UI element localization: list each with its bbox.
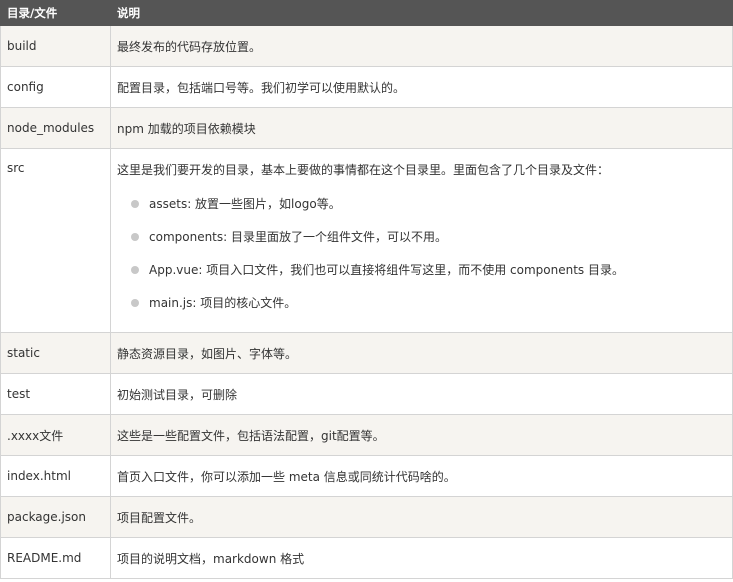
list-item: components: 目录里面放了一个组件文件，可以不用。 <box>131 229 732 245</box>
row-name: static <box>0 332 111 374</box>
row-name: index.html <box>0 455 111 497</box>
table-row: .xxxx文件 这些是一些配置文件，包括语法配置，git配置等。 <box>0 414 733 456</box>
header-name: 目录/文件 <box>0 0 111 26</box>
sub-item-list: assets: 放置一些图片，如logo等。 components: 目录里面放… <box>117 196 732 311</box>
table-row: node_modules npm 加载的项目依赖模块 <box>0 107 733 149</box>
row-description: 初始测试目录，可删除 <box>110 373 733 415</box>
table-row: README.md 项目的说明文档，markdown 格式 <box>0 537 733 579</box>
bullet-icon <box>131 266 139 274</box>
list-item: App.vue: 项目入口文件，我们也可以直接将组件写这里，而不使用 compo… <box>131 262 732 278</box>
row-description: 项目配置文件。 <box>110 496 733 538</box>
bullet-icon <box>131 233 139 241</box>
list-item-text: App.vue: 项目入口文件，我们也可以直接将组件写这里，而不使用 compo… <box>149 263 624 277</box>
list-item-text: components: 目录里面放了一个组件文件，可以不用。 <box>149 230 447 244</box>
table-row: src 这里是我们要开发的目录，基本上要做的事情都在这个目录里。里面包含了几个目… <box>0 148 733 333</box>
table-row: test 初始测试目录，可删除 <box>0 373 733 415</box>
row-description: 项目的说明文档，markdown 格式 <box>110 537 733 579</box>
table-row: package.json 项目配置文件。 <box>0 496 733 538</box>
row-description-text: 这里是我们要开发的目录，基本上要做的事情都在这个目录里。里面包含了几个目录及文件… <box>117 163 610 177</box>
row-description: 配置目录，包括端口号等。我们初学可以使用默认的。 <box>110 66 733 108</box>
bullet-icon <box>131 299 139 307</box>
list-item-text: assets: 放置一些图片，如logo等。 <box>149 197 341 211</box>
row-name: node_modules <box>0 107 111 149</box>
row-name: build <box>0 25 111 67</box>
row-description: 最终发布的代码存放位置。 <box>110 25 733 67</box>
table-row: build 最终发布的代码存放位置。 <box>0 25 733 67</box>
table-row: config 配置目录，包括端口号等。我们初学可以使用默认的。 <box>0 66 733 108</box>
table-row: index.html 首页入口文件，你可以添加一些 meta 信息或同统计代码啥… <box>0 455 733 497</box>
row-description: 静态资源目录，如图片、字体等。 <box>110 332 733 374</box>
header-description: 说明 <box>110 0 733 26</box>
row-name: config <box>0 66 111 108</box>
header-row: 目录/文件 说明 <box>0 0 733 26</box>
row-name: test <box>0 373 111 415</box>
row-description: npm 加载的项目依赖模块 <box>110 107 733 149</box>
row-description: 首页入口文件，你可以添加一些 meta 信息或同统计代码啥的。 <box>110 455 733 497</box>
table-row: static 静态资源目录，如图片、字体等。 <box>0 332 733 374</box>
list-item: main.js: 项目的核心文件。 <box>131 295 732 311</box>
bullet-icon <box>131 200 139 208</box>
row-name-text: src <box>7 161 25 175</box>
directory-table: 目录/文件 说明 build 最终发布的代码存放位置。 config 配置目录，… <box>0 0 733 579</box>
row-name: .xxxx文件 <box>0 414 111 456</box>
row-description: 这些是一些配置文件，包括语法配置，git配置等。 <box>110 414 733 456</box>
row-name: src <box>0 148 111 333</box>
row-name: package.json <box>0 496 111 538</box>
list-item: assets: 放置一些图片，如logo等。 <box>131 196 732 212</box>
row-name: README.md <box>0 537 111 579</box>
row-description: 这里是我们要开发的目录，基本上要做的事情都在这个目录里。里面包含了几个目录及文件… <box>110 148 733 333</box>
list-item-text: main.js: 项目的核心文件。 <box>149 296 297 310</box>
